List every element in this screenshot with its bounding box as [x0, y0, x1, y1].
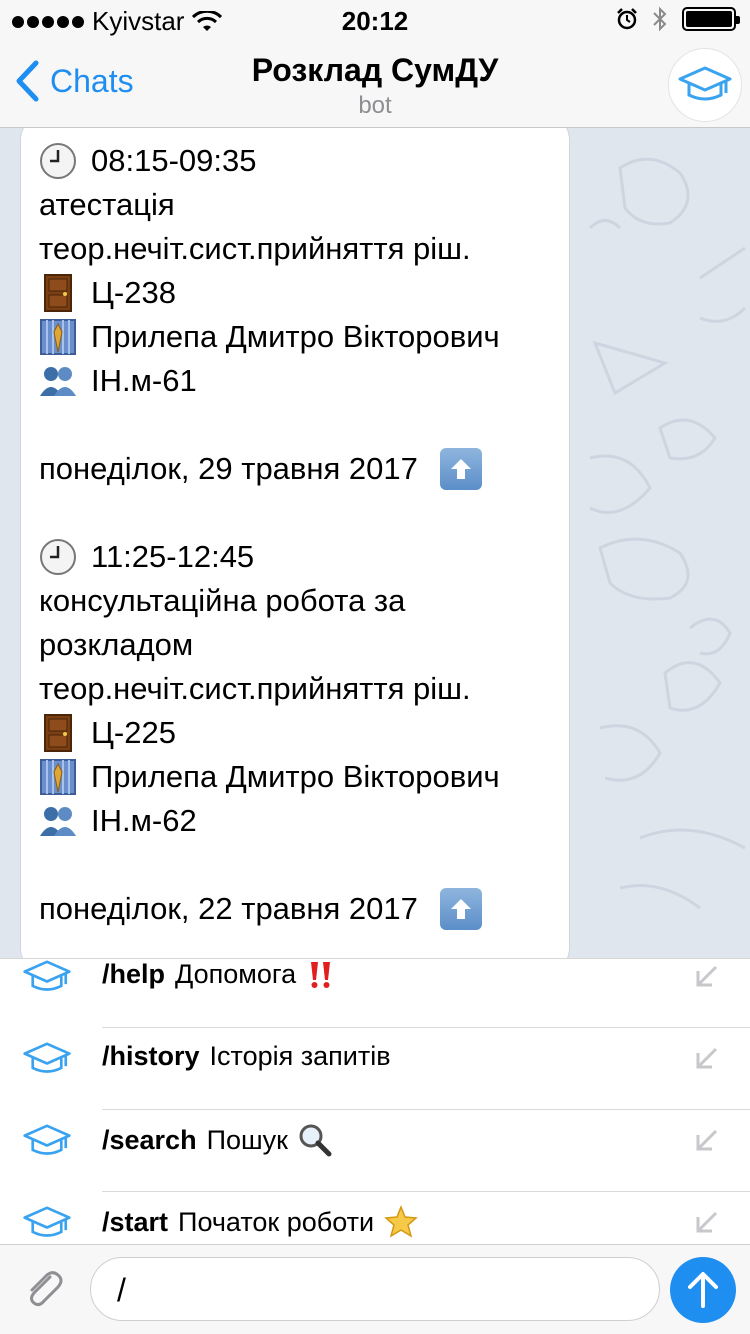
battery-icon [682, 7, 740, 31]
alarm-icon [617, 8, 637, 30]
magnifier-icon [299, 1124, 332, 1157]
message-input[interactable]: / [90, 1257, 660, 1321]
group-icon [39, 362, 77, 400]
bluetooth-icon [653, 6, 667, 32]
room-line: Ц-225 [39, 711, 551, 755]
command-name: /search [102, 1124, 197, 1155]
insert-command-arrow-icon[interactable] [694, 1045, 720, 1071]
double-exclamation-icon [311, 961, 331, 988]
command-name: /help [102, 959, 166, 989]
lesson-subject: теор.нечіт.сист.прийняття ріш. [39, 231, 471, 266]
insert-command-arrow-icon[interactable] [694, 1209, 720, 1235]
date-line: понеділок, 22 травня 2017 [39, 887, 551, 931]
teacher-name: Прилепа Дмитро Вікторович [91, 319, 500, 354]
command-description: Допомога [175, 959, 297, 989]
command-description: Пошук [206, 1124, 288, 1155]
command-name: /start [102, 1206, 169, 1237]
door-icon [39, 714, 77, 752]
graduation-cap-icon [23, 1206, 71, 1237]
graduation-cap-icon [23, 1124, 71, 1155]
group-name: ІН.м-61 [91, 363, 197, 398]
group-icon [39, 802, 77, 840]
clock-icon [39, 142, 77, 180]
command-name: /history [102, 1041, 200, 1071]
insert-command-arrow-icon[interactable] [694, 1127, 720, 1153]
status-bar: Kyivstar 20:12 [0, 0, 750, 40]
room-number: Ц-225 [91, 715, 176, 750]
date-line: понеділок, 29 травня 2017 [39, 447, 551, 491]
bot-avatar[interactable] [668, 48, 742, 122]
schedule-time-line: 08:15-09:35 [39, 139, 551, 183]
command-item-search[interactable]: /search Пошук [0, 1109, 750, 1191]
clock-icon [39, 538, 77, 576]
bot-commands-panel: /help Допомога /history Історія запитів [0, 958, 750, 1244]
teacher-name: Прилепа Дмитро Вікторович [91, 759, 500, 794]
lesson-type-continued: розкладом [39, 627, 194, 662]
teacher-line: Прилепа Дмитро Вікторович [39, 315, 551, 359]
input-bar: / [0, 1244, 750, 1334]
chat-area: 08:15-09:35 атестація теор.нечіт.сист.пр… [0, 128, 750, 958]
teacher-shirt-icon [39, 318, 77, 356]
lesson-type: консультаційна робота за [39, 583, 406, 618]
star-icon [384, 1205, 418, 1238]
up-arrow-icon [439, 448, 482, 490]
command-description: Початок роботи [178, 1206, 375, 1237]
date-text: понеділок, 22 травня 2017 [39, 891, 418, 926]
command-item-history[interactable]: /history Історія запитів [0, 1027, 750, 1109]
lesson-time: 08:15-09:35 [91, 143, 257, 178]
chat-title: Розклад СумДУ [251, 52, 499, 88]
date-text: понеділок, 29 травня 2017 [39, 451, 418, 486]
paperclip-icon[interactable] [20, 1265, 68, 1313]
graduation-cap-icon [678, 66, 732, 101]
message-bubble: 08:15-09:35 атестація теор.нечіт.сист.пр… [20, 128, 570, 958]
status-right [616, 6, 740, 32]
up-arrow-icon [439, 888, 482, 930]
room-number: Ц-238 [91, 275, 176, 310]
lesson-subject: теор.нечіт.сист.прийняття ріш. [39, 671, 471, 706]
group-line: ІН.м-62 [39, 799, 551, 843]
room-line: Ц-238 [39, 271, 551, 315]
insert-command-arrow-icon[interactable] [694, 963, 720, 989]
teacher-shirt-icon [39, 758, 77, 796]
send-button[interactable] [670, 1257, 736, 1323]
graduation-cap-icon [23, 1042, 71, 1073]
command-description: Історія запитів [209, 1041, 391, 1071]
graduation-cap-icon [23, 960, 71, 991]
schedule-time-line: 11:25-12:45 [39, 535, 551, 579]
teacher-line: Прилепа Дмитро Вікторович [39, 755, 551, 799]
door-icon [39, 274, 77, 312]
chat-subtitle: bot [358, 92, 392, 119]
command-item-start[interactable]: /start Початок роботи [0, 1191, 750, 1244]
group-name: ІН.м-62 [91, 803, 197, 838]
lesson-time: 11:25-12:45 [91, 539, 255, 574]
arrow-up-icon [688, 1272, 718, 1308]
group-line: ІН.м-61 [39, 359, 551, 403]
lesson-type: атестація [39, 187, 175, 222]
command-item-help[interactable]: /help Допомога [0, 959, 750, 1027]
navigation-bar: Chats Розклад СумДУ bot [0, 40, 750, 128]
